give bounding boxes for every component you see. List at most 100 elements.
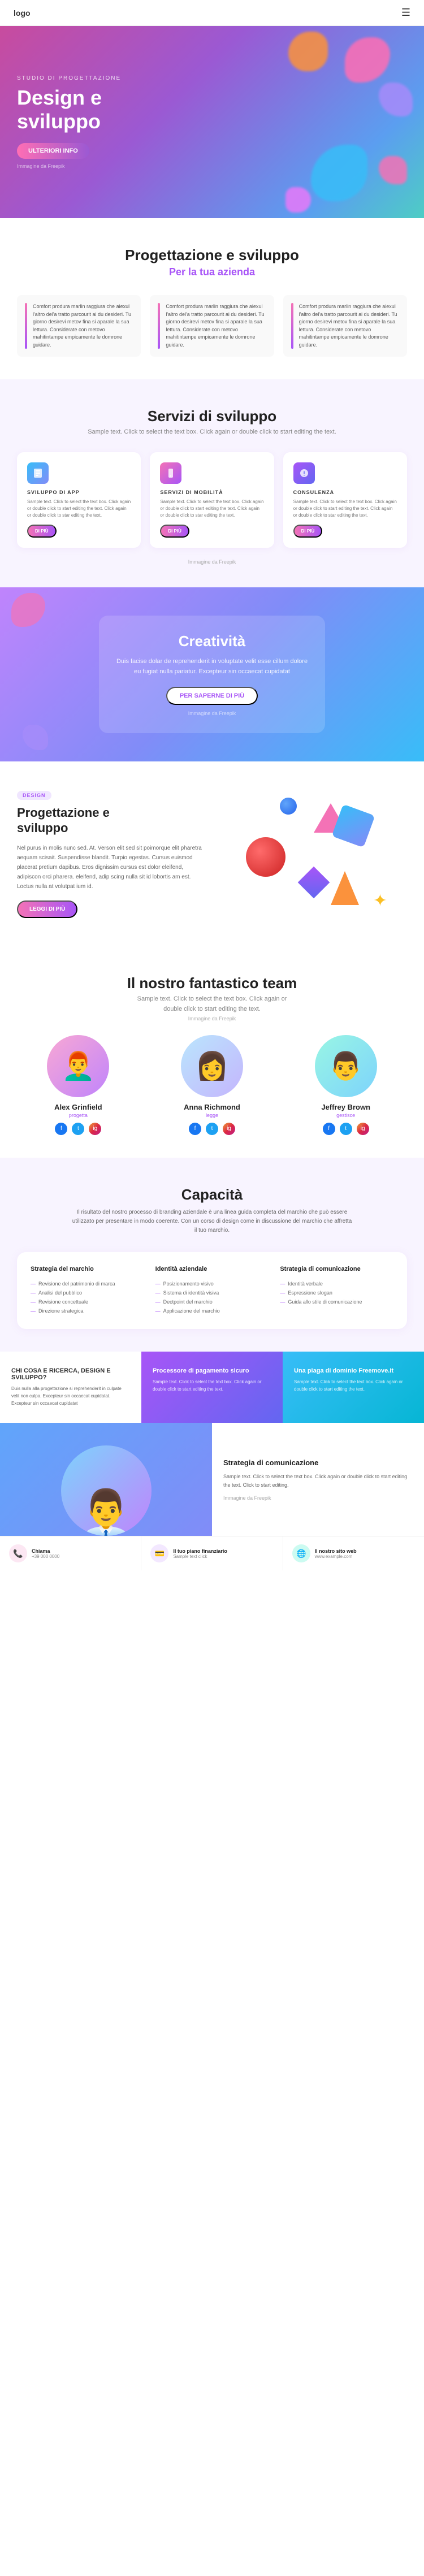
capacita-section: Capacità Il risultato del nostro process… (0, 1158, 424, 1352)
bottom-card-pagamento: Processore di pagamento sicuro Sample te… (141, 1352, 283, 1423)
man-right: Strategia di comunicazione Sample text. … (212, 1423, 424, 1536)
team-name-anna: Anna Richmond (151, 1103, 274, 1111)
pds-card-2: Comfort produra marlin raggiura che aiex… (150, 295, 274, 357)
navigation: logo ☰ (0, 0, 424, 26)
team-section: Il nostro fantastico team Sample text. C… (0, 946, 424, 1158)
team-socials-anna: f t ig (151, 1123, 274, 1135)
man-left: 👨‍💼 (0, 1423, 212, 1536)
finance-icon: 💳 (150, 1544, 168, 1562)
creativita-blob-2 (23, 725, 48, 750)
cta-item-call[interactable]: 📞 Chiama +39 000 0000 (0, 1536, 141, 1570)
servizi-card-2: SERVIZI DI MOBILITÀ Sample text. Click t… (150, 452, 274, 548)
bottom-card-dominio: Una piaga di dominio Freemove.it Sample … (283, 1352, 424, 1423)
cta-item-web[interactable]: 🌐 Il nostro sito web www.example.com (283, 1536, 424, 1570)
servizi-card-2-btn[interactable]: DI PIÙ (160, 525, 189, 538)
servizi-subtitle: Sample text. Click to select the text bo… (17, 428, 407, 435)
team-socials-alex: f t ig (17, 1123, 140, 1135)
pds-card-accent-2 (158, 303, 160, 349)
servizi-icon-app (27, 462, 49, 484)
finance-emoji: 💳 (155, 1549, 165, 1558)
cta-call-subtitle: +39 000 0000 (32, 1554, 59, 1559)
capacita-col-1-title: Strategia del marchio (31, 1266, 144, 1272)
team-subtitle: Sample text. Click to select the text bo… (17, 995, 407, 1002)
man-title: Strategia di comunicazione (223, 1458, 413, 1467)
jeffrey-facebook-icon[interactable]: f (323, 1123, 335, 1135)
pds-subheading: Per la tua azienda (17, 266, 407, 278)
cta-web-title: Il nostro sito web (315, 1548, 357, 1554)
servizi-card-3: CONSULENZA Sample text. Click to select … (283, 452, 407, 548)
servizi-card-2-title: SERVIZI DI MOBILITÀ (160, 490, 263, 495)
prog2-heading: Progettazione esviluppo (17, 806, 204, 835)
team-name-jeffrey: Jeffrey Brown (284, 1103, 407, 1111)
geo-shapes: ✦ (235, 792, 393, 916)
pds-card-accent-1 (25, 303, 27, 349)
list-item: Sistema di identità visiva (155, 1288, 269, 1297)
alex-instagram-icon[interactable]: ig (89, 1123, 101, 1135)
servizi-section: Servizi di sviluppo Sample text. Click t… (0, 379, 424, 587)
pds-card-text-2: Comfort produra marlin raggiura che aiex… (166, 303, 266, 349)
creativita-content: Creatività Duis facise dolar de reprehen… (99, 616, 325, 733)
anna-instagram-icon[interactable]: ig (223, 1123, 235, 1135)
servizi-card-1: SVILUPPO DI APP Sample text. Click to se… (17, 452, 141, 548)
prog2-tag: DESIGN (17, 791, 51, 800)
team-avatar-alex: 👨‍🦰 (47, 1035, 109, 1097)
hero-cta-button[interactable]: ULTERIORI INFO (17, 143, 89, 159)
hero-title: Design esviluppo (17, 86, 121, 133)
list-item: Revisione del patrimonio di marca (31, 1279, 144, 1288)
cta-item-finance[interactable]: 💳 Il tuo piano finanziario Sample text c… (141, 1536, 283, 1570)
team-avatar-jeffrey: 👨 (315, 1035, 377, 1097)
team-socials-jeffrey: f t ig (284, 1123, 407, 1135)
bottom-cards-section: CHI COSA E RICERCA, DESIGN E SVILUPPO? D… (0, 1352, 424, 1423)
logo: logo (14, 8, 31, 18)
menu-icon[interactable]: ☰ (401, 7, 410, 19)
man-circle: 👨‍💼 (61, 1445, 152, 1536)
cta-finance-subtitle: Sample text click (173, 1554, 227, 1559)
jeffrey-instagram-icon[interactable]: ig (357, 1123, 369, 1135)
creativita-btn[interactable]: PER SAPERNE DI PIÙ (166, 687, 258, 705)
cta-strip: 📞 Chiama +39 000 0000 💳 Il tuo piano fin… (0, 1536, 424, 1570)
web-emoji: 🌐 (296, 1549, 306, 1558)
capacita-col-2-title: Identità aziendale (155, 1266, 269, 1272)
servizi-grid: SVILUPPO DI APP Sample text. Click to se… (17, 452, 407, 548)
prog2-btn[interactable]: LEGGI DI PIÙ (17, 900, 77, 918)
prog2-text: Nel purus in molis nunc sed. At. Verson … (17, 843, 204, 891)
alex-facebook-icon[interactable]: f (55, 1123, 67, 1135)
capacita-col-3-title: Strategia di comunicazione (280, 1266, 393, 1272)
geo-ball-blue (280, 798, 297, 815)
geo-ball-red (246, 837, 285, 877)
pds-card-text-3: Comfort produra marlin raggiura che aiex… (299, 303, 399, 349)
cta-web-subtitle: www.example.com (315, 1554, 357, 1559)
capacita-col-1-list: Revisione del patrimonio di marca Analis… (31, 1279, 144, 1315)
hero-subtitle: STUDIO DI PROGETTAZIONE (17, 75, 121, 81)
blob-1 (345, 37, 390, 83)
list-item: Analisi del pubblico (31, 1288, 144, 1297)
servizi-card-3-btn[interactable]: DI PIÙ (293, 525, 323, 538)
man-avatar-icon: 👨‍💼 (78, 1491, 135, 1536)
list-item: Applicazione del marchio (155, 1306, 269, 1315)
list-item: Guida allo stile di comunicazione (280, 1297, 393, 1306)
team-role-jeffrey: gestisce (284, 1112, 407, 1118)
phone-icon: 📞 (9, 1544, 27, 1562)
anna-twitter-icon[interactable]: t (206, 1123, 218, 1135)
hero-content: STUDIO DI PROGETTAZIONE Design esviluppo… (17, 75, 121, 169)
team-role-anna: legge (151, 1112, 274, 1118)
team-avatar-anna: 👩 (181, 1035, 243, 1097)
servizi-card-1-btn[interactable]: DI PIÙ (27, 525, 57, 538)
jeffrey-twitter-icon[interactable]: t (340, 1123, 352, 1135)
blob-5 (288, 32, 328, 71)
servizi-icon-consulenza (293, 462, 315, 484)
blob-2 (379, 83, 413, 116)
bottom-card-1-title: CHI COSA E RICERCA, DESIGN E SVILUPPO? (11, 1367, 130, 1381)
pds-card-accent-3 (291, 303, 293, 349)
team-name-alex: Alex Grinfield (17, 1103, 140, 1111)
blob-6 (285, 187, 311, 213)
blob-4 (379, 156, 407, 184)
alex-twitter-icon[interactable]: t (72, 1123, 84, 1135)
pds-heading: Progettazione e sviluppo (17, 246, 407, 264)
bottom-card-chi-siamo: CHI COSA E RICERCA, DESIGN E SVILUPPO? D… (0, 1352, 141, 1423)
anna-facebook-icon[interactable]: f (189, 1123, 201, 1135)
team-subtitle2: double click to start editing the text. (17, 1006, 407, 1012)
list-item: Espressione slogan (280, 1288, 393, 1297)
capacita-col-2: Identità aziendale Posizionamento visivo… (155, 1266, 269, 1315)
pds-card-1: Comfort produra marlin raggiura che aiex… (17, 295, 141, 357)
